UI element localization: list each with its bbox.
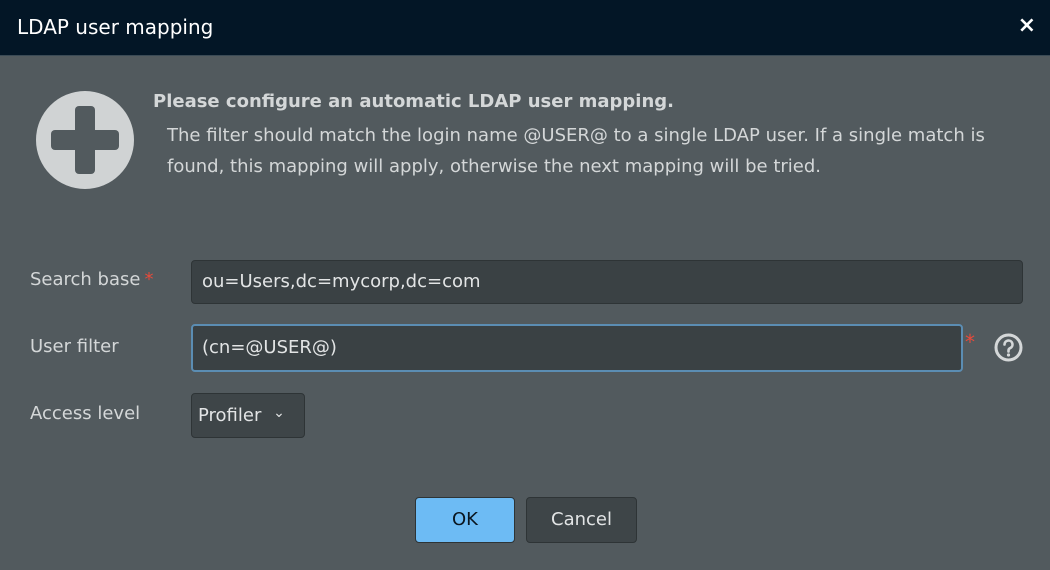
intro-text: The filter should match the login name @… [167,125,985,177]
user-filter-label: User filter [30,336,119,357]
intro-heading: Please configure an automatic LDAP user … [153,91,674,112]
cancel-button[interactable]: Cancel [526,497,637,543]
search-base-input[interactable]: ou=Users,dc=mycorp,dc=com [191,260,1023,304]
plus-circle-icon [36,91,134,189]
chevron-down-icon: ⌄ [273,405,285,421]
ok-button[interactable]: OK [415,497,515,543]
access-level-label: Access level [30,403,141,424]
required-marker: * [144,269,154,290]
search-base-label-text: Search base [30,269,141,290]
close-icon[interactable]: × [1018,13,1036,38]
dialog-title: LDAP user mapping [17,15,214,39]
access-level-select[interactable]: Profiler ⌄ [191,393,305,438]
access-level-value: Profiler [198,405,262,426]
user-filter-input[interactable]: (cn=@USER@) [191,324,963,372]
search-base-label: Search base * [30,269,153,290]
required-marker: * [965,330,975,354]
help-icon[interactable] [994,333,1023,362]
dialog-header: LDAP user mapping × [0,0,1050,56]
